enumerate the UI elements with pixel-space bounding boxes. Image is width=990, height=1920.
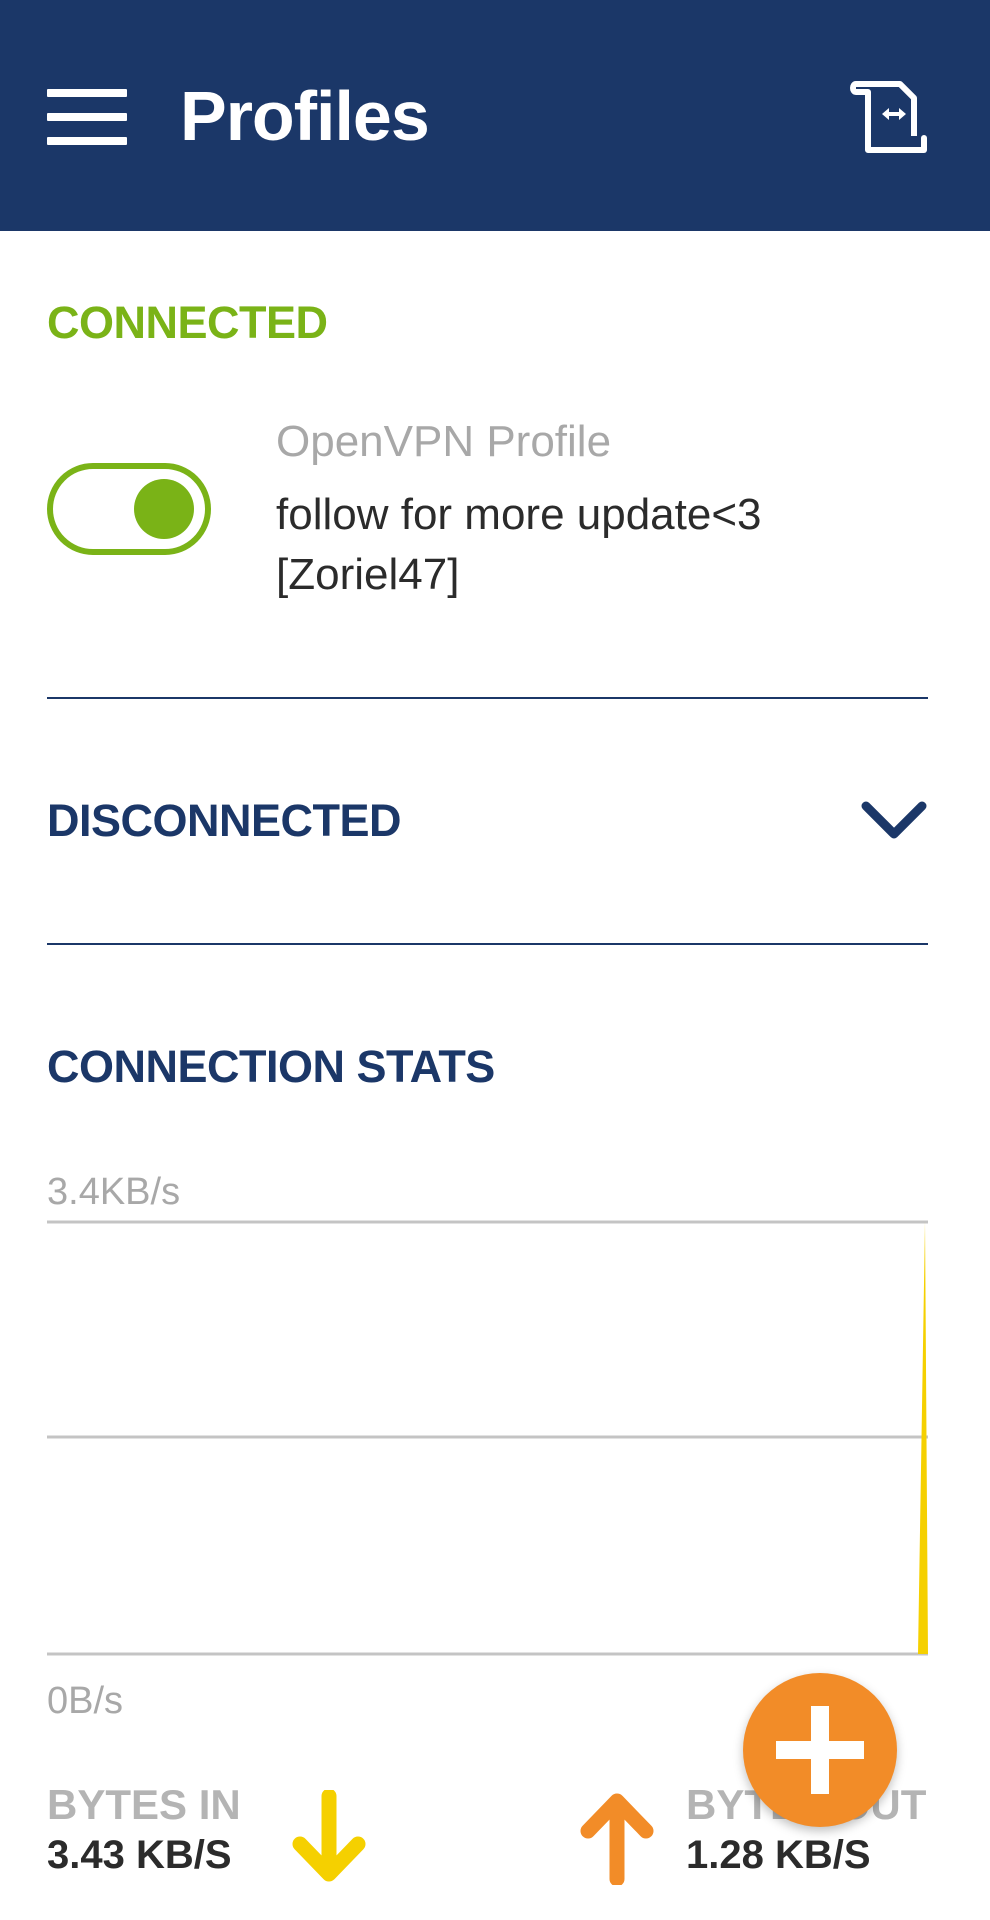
connected-section-label: CONNECTED: [47, 297, 328, 348]
chevron-down-icon[interactable]: [860, 798, 928, 842]
connection-toggle[interactable]: [47, 463, 211, 555]
app-header: Profiles: [0, 0, 990, 231]
divider: [47, 943, 928, 945]
connection-stats-label: CONNECTION STATS: [47, 1041, 495, 1092]
toggle-knob: [134, 479, 194, 539]
add-profile-button[interactable]: [743, 1673, 897, 1827]
page-title: Profiles: [180, 77, 430, 155]
y-axis-max-label: 3.4KB/s: [47, 1171, 180, 1213]
bytes-in-stat: BYTES IN 3.43 KB/S: [47, 1780, 297, 1890]
traffic-chart: 3.4KB/s 0B/s: [47, 1171, 928, 1720]
divider: [47, 697, 928, 699]
plus-icon: [811, 1706, 829, 1794]
bytes-in-label: BYTES IN: [47, 1781, 241, 1828]
disconnected-section-toggle[interactable]: DISCONNECTED: [47, 770, 928, 870]
y-axis-min-label: 0B/s: [47, 1680, 123, 1720]
bytes-out-value: 1.28 KB/S: [686, 1833, 871, 1877]
disconnected-section-label: DISCONNECTED: [47, 795, 402, 846]
import-profile-icon[interactable]: [848, 78, 930, 156]
profile-type-label: OpenVPN Profile: [276, 417, 612, 466]
arrow-up-icon: [580, 1793, 654, 1885]
profile-name[interactable]: follow for more update<3 [Zoriel47]: [276, 485, 896, 605]
hamburger-menu-icon[interactable]: [47, 89, 127, 145]
arrow-down-icon: [292, 1790, 366, 1882]
bytes-in-value: 3.43 KB/S: [47, 1833, 232, 1877]
